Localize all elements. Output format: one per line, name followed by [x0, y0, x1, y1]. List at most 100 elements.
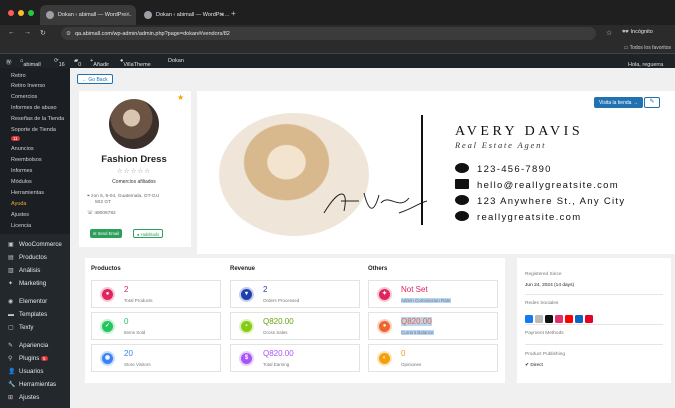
- admin-bar-theme[interactable]: ● VillaTheme: [120, 58, 151, 68]
- enabled-label: Habilitado: [140, 232, 160, 237]
- stats-panel: Productos Revenue Others ● 2 Total Produ…: [85, 258, 505, 383]
- sidebar-label: Templates: [19, 311, 48, 318]
- sidebar-item-marketing[interactable]: ✦ Marketing: [8, 280, 46, 287]
- payment-title: Payment Methods: [525, 331, 564, 336]
- youtube-icon[interactable]: [565, 315, 573, 323]
- stat-value: 2: [124, 285, 129, 294]
- submenu-store-support[interactable]: Soporte de Tienda: [11, 127, 56, 133]
- sidebar-item-productos[interactable]: ▤ Productos: [8, 254, 47, 261]
- vendor-phone: 49006782: [94, 211, 116, 216]
- reload-icon[interactable]: ↻: [40, 29, 46, 37]
- close-tab-icon[interactable]: ✕: [125, 12, 130, 18]
- submenu-comercios[interactable]: Comercios: [11, 94, 37, 100]
- stat-value: Q820.00: [263, 317, 294, 326]
- mail-icon: [455, 179, 469, 189]
- address-line-2: 502 GT: [95, 200, 111, 205]
- maximize-window-icon[interactable]: [28, 10, 34, 16]
- close-tab-icon[interactable]: ✕: [219, 12, 224, 18]
- admin-bar-updates[interactable]: ⟳ 16: [54, 58, 65, 68]
- featured-star-icon[interactable]: ★: [177, 93, 184, 102]
- send-email-button[interactable]: ✉ Send Email: [90, 229, 123, 238]
- admin-bar-comments[interactable]: ▰ 0: [74, 58, 81, 68]
- go-back-button[interactable]: ← Go Back: [77, 74, 113, 84]
- items-sold-icon: ✓: [100, 319, 115, 334]
- facebook-icon[interactable]: [525, 315, 533, 323]
- browser-tab-2[interactable]: Dokan ‹ abimall — WordPre… ✕: [138, 5, 230, 25]
- banner-website: reallygreatsite.com: [477, 212, 582, 223]
- bookmark-star-icon[interactable]: ☆: [606, 29, 612, 37]
- social-icons: [525, 310, 595, 328]
- wordpress-logo-icon[interactable]: Ⓦ: [6, 58, 12, 66]
- instagram-icon[interactable]: [555, 315, 563, 323]
- sidebar-item-templates[interactable]: ▬ Templates: [8, 311, 47, 318]
- stat-value: 0: [124, 317, 129, 326]
- submenu-retiro[interactable]: Retiro: [11, 73, 26, 79]
- sidebar-item-elementor[interactable]: ◉ Elementor: [8, 298, 47, 305]
- stat-label: Total Products: [124, 298, 153, 303]
- registered-value: Jun 24, 2024 (14 days): [525, 283, 575, 288]
- sidebar-item-plugins[interactable]: ⚲ Plugins 5: [8, 355, 48, 362]
- submenu-reembolsos[interactable]: Reembolsos: [11, 157, 42, 163]
- incognito-indicator[interactable]: 🕶 Incógnito: [622, 29, 653, 35]
- all-bookmarks-label: Todos los favoritos: [629, 45, 671, 51]
- admin-bar-dokan[interactable]: Dokan: [168, 58, 184, 64]
- wordpress-favicon-icon: [46, 11, 54, 19]
- pinterest-icon[interactable]: [585, 315, 593, 323]
- submenu-retiro-inverso[interactable]: Retiro Inverso: [11, 83, 45, 89]
- balance-icon: ●: [377, 319, 392, 334]
- submenu-informes[interactable]: Informes: [11, 168, 32, 174]
- sidebar-item-herramientas[interactable]: 🔧 Herramientas: [8, 381, 56, 388]
- forward-icon[interactable]: →: [24, 29, 31, 36]
- site-info-icon[interactable]: ⚙: [66, 31, 71, 37]
- browser-tab-1[interactable]: Dokan ‹ abimall — WordPre… ✕: [40, 5, 136, 25]
- submenu-anuncios[interactable]: Anuncios: [11, 146, 34, 152]
- send-email-label: Send Email: [97, 231, 120, 236]
- submenu-licencia[interactable]: Licencia: [11, 223, 31, 229]
- submenu-modulos[interactable]: Módulos: [11, 179, 32, 185]
- commission-icon: ✦: [377, 287, 392, 302]
- admin-bar-site[interactable]: ⌂ abimall: [20, 58, 41, 68]
- url-field[interactable]: ⚙ qa.abimall.com/wp-admin/admin.php?page…: [61, 27, 596, 40]
- cart-icon: ▾: [239, 287, 254, 302]
- edit-vendor-button[interactable]: ✎: [644, 97, 660, 108]
- stat-value: 2: [263, 285, 268, 294]
- sidebar-item-analisis[interactable]: ▥ Análisis: [8, 267, 40, 274]
- banner-email: hello@reallygreatsite.com: [477, 180, 619, 191]
- new-tab-icon[interactable]: +: [231, 9, 236, 18]
- sidebar-item-texty[interactable]: ▢ Texty: [8, 324, 33, 331]
- vendor-info-panel: Registered Since Jun 24, 2024 (14 days) …: [517, 258, 671, 383]
- google-icon[interactable]: [535, 315, 543, 323]
- admin-bar-add-new[interactable]: + Añadir: [90, 58, 109, 68]
- store-category: Comercios afiliados: [112, 179, 156, 185]
- submenu-ayuda[interactable]: Ayuda: [11, 201, 27, 207]
- linkedin-icon[interactable]: [575, 315, 583, 323]
- sidebar-item-woocommerce[interactable]: ▣ WooCommerce: [8, 241, 62, 248]
- sidebar-item-usuarios[interactable]: 👤 Usuarios: [8, 368, 43, 375]
- stat-gross-sales: ▪ Q820.00 Gross Sales: [230, 312, 360, 340]
- visit-store-button[interactable]: Visita la tienda →: [594, 97, 643, 108]
- divider: [525, 294, 663, 295]
- sidebar-item-ajustes[interactable]: ⊞ Ajustes: [8, 394, 39, 401]
- admin-sidebar: Retiro Retiro Inverso Comercios Informes…: [0, 68, 70, 408]
- sidebar-label: Elementor: [19, 298, 48, 305]
- all-bookmarks-button[interactable]: ▭ Todos los favoritos: [624, 45, 671, 51]
- banner-divider: [421, 115, 423, 225]
- support-badge: 11: [11, 136, 20, 141]
- publishing-row: ✔ Direct: [525, 363, 543, 368]
- submenu-store-reviews[interactable]: Reseñas de la Tienda: [11, 116, 64, 122]
- submenu-herramientas[interactable]: Herramientas: [11, 190, 44, 196]
- stat-label: Gross Sales: [263, 330, 288, 335]
- publishing-title: Product Publishing: [525, 352, 565, 357]
- stat-reviews: ◐ 0 Opiniones: [368, 344, 498, 372]
- sidebar-label: Herramientas: [19, 381, 57, 388]
- twitter-x-icon[interactable]: [545, 315, 553, 323]
- stat-label: Orders Processed: [263, 298, 300, 303]
- back-icon[interactable]: ←: [8, 29, 15, 36]
- submenu-abuse-reports[interactable]: Informes de abuso: [11, 105, 57, 111]
- minimize-window-icon[interactable]: [18, 10, 24, 16]
- enabled-toggle[interactable]: ● Habilitado: [133, 229, 164, 238]
- submenu-ajustes[interactable]: Ajustes: [11, 212, 29, 218]
- close-window-icon[interactable]: [8, 10, 14, 16]
- sidebar-item-apariencia[interactable]: ✎ Apariencia: [8, 342, 48, 349]
- tab-title: Dokan ‹ abimall — WordPre…: [58, 12, 132, 18]
